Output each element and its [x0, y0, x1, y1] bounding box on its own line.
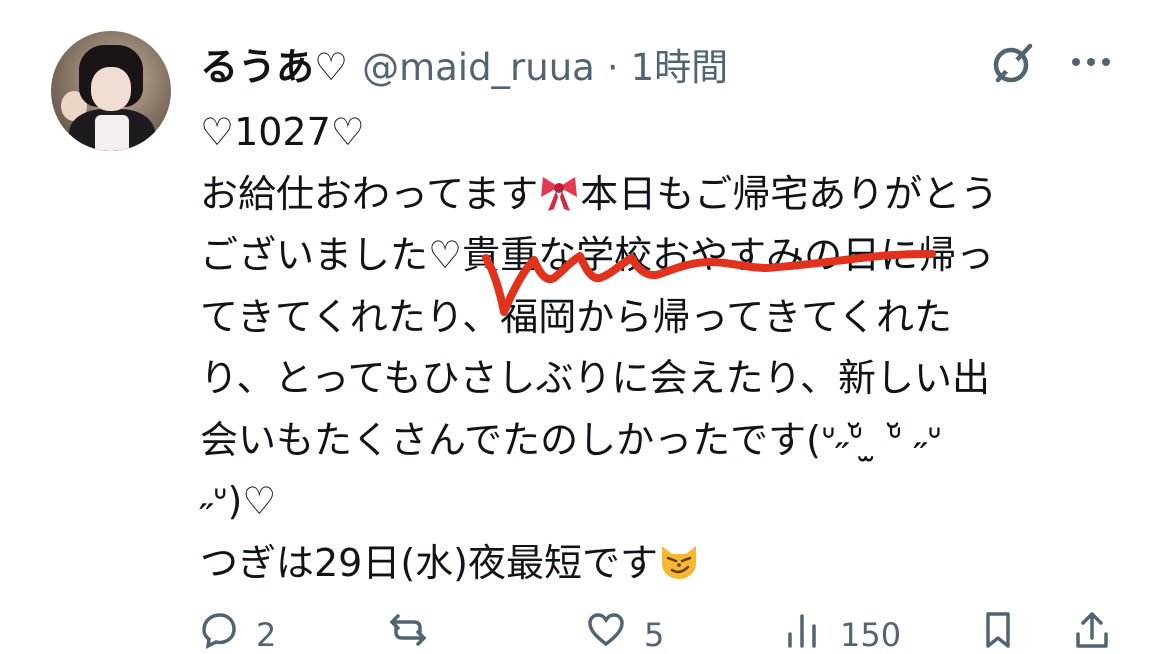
views-button[interactable]: 150: [782, 610, 901, 654]
display-name[interactable]: るうあ♡: [200, 36, 348, 91]
repost-icon: [389, 614, 427, 646]
views-count: 150: [840, 616, 902, 654]
smirking-cat-icon: [662, 545, 697, 579]
separator-dot: ·: [606, 46, 619, 89]
post-line: ございました♡貴重な学校おやすみの日に帰っ: [200, 233, 995, 277]
views-icon: [788, 614, 816, 648]
heart-icon: [588, 613, 624, 647]
grok-icon[interactable]: [990, 40, 1036, 86]
post-text: ♡1027♡ お給仕おわってます 本日もご帰宅ありがとう ございました♡貴重な学…: [200, 102, 1120, 594]
share-icon: [1076, 612, 1108, 648]
like-count: 5: [644, 616, 665, 654]
bookmark-button[interactable]: [978, 610, 1018, 650]
repost-button[interactable]: [388, 610, 446, 650]
share-button[interactable]: [1072, 610, 1112, 650]
post-time[interactable]: 1時間: [631, 37, 729, 91]
reply-icon: [202, 613, 236, 650]
more-icon[interactable]: [1068, 44, 1114, 80]
ribbon-icon: [541, 176, 578, 211]
post-line: 会いもたくさんでたのしかったです(ᐡ˶ᐡ̆ ̫ ᐡ̆ ˶ᐡ: [200, 417, 942, 462]
avatar-apron: [95, 115, 129, 151]
reply-count: 2: [256, 616, 277, 654]
user-handle[interactable]: @maid_ruua: [362, 46, 595, 89]
bookmark-icon: [986, 612, 1010, 648]
post-line: てきてくれたり、福岡から帰ってきてくれた: [200, 294, 953, 339]
post-line: お給仕おわってます 本日もご帰宅ありがとう: [200, 171, 999, 216]
post-line: り、とってもひさしぶりに会えたり、新しい出: [200, 356, 991, 400]
post-line: ♡1027♡: [200, 110, 365, 154]
reply-button[interactable]: 2: [198, 610, 276, 654]
like-button[interactable]: 5: [586, 610, 664, 654]
post-line: つぎは29日(水)夜最短です: [200, 533, 1120, 595]
post-line: ˶ᐡ)♡: [200, 479, 277, 523]
post-header: るうあ♡ @maid_ruua · 1時間: [200, 36, 728, 89]
avatar-face: [91, 67, 131, 111]
action-bar: 2 5 150: [0, 610, 1169, 654]
avatar[interactable]: [51, 31, 171, 151]
